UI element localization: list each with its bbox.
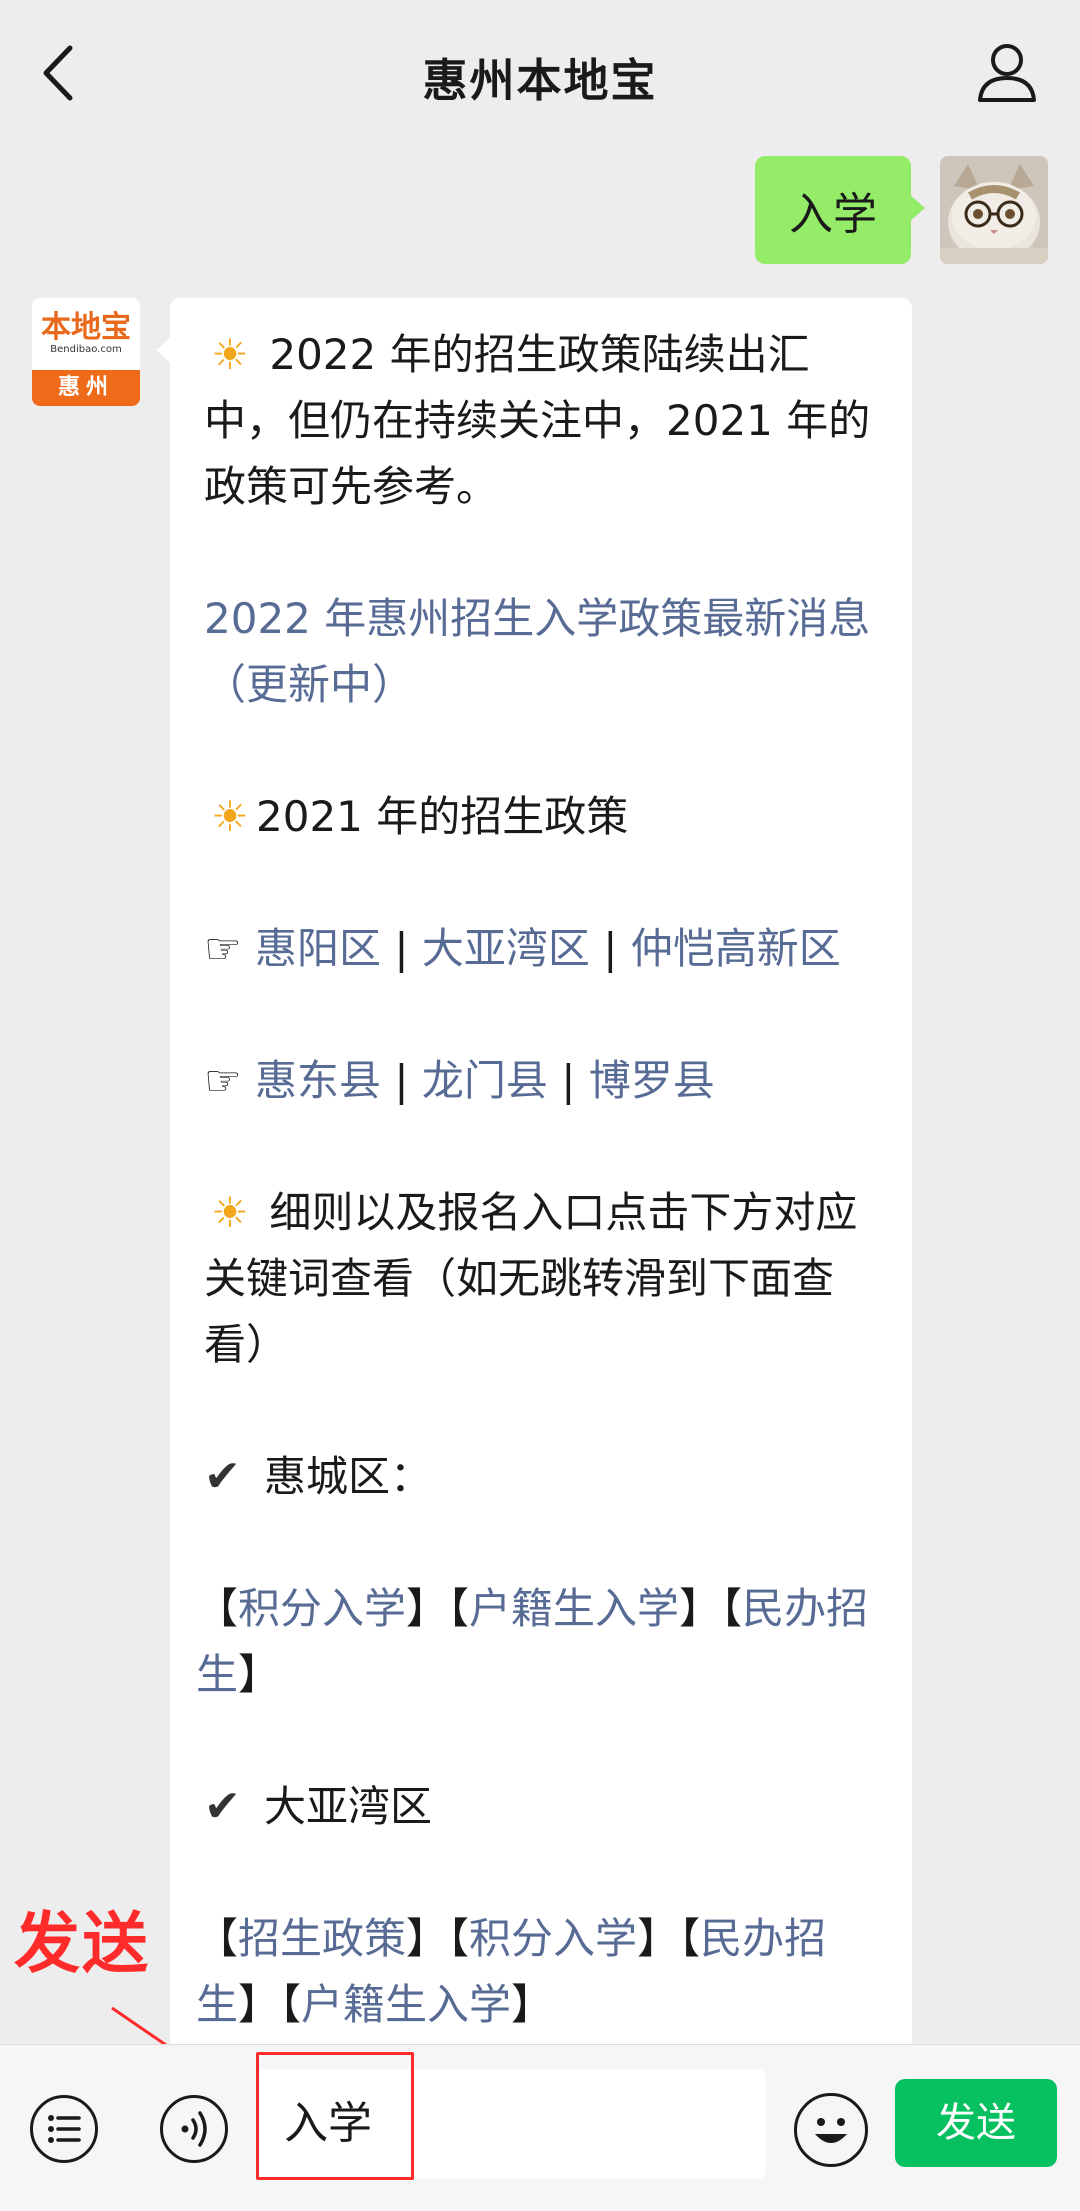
user-avatar[interactable]	[940, 156, 1048, 264]
link-zhongkai[interactable]: 仲恺高新区	[631, 924, 841, 973]
emoji-icon	[815, 2118, 847, 2143]
separator: |	[589, 924, 631, 973]
voice-button[interactable]	[160, 2095, 228, 2163]
link-dayawan[interactable]: 大亚湾区	[422, 924, 590, 973]
logo-text: 本地宝	[41, 310, 131, 345]
check-icon: ✔	[204, 1451, 241, 1502]
note-paragraph: ☀ 细则以及报名入口点击下方对应关键词查看（如无跳转滑到下面查看）	[204, 1180, 886, 1378]
dayawan-links: 【招生政策】【积分入学】【民办招生】【户籍生入学】	[196, 1914, 827, 2029]
user-message-bubble[interactable]: 入学	[755, 156, 925, 264]
annotation-send-label: 发送	[14, 1905, 150, 1982]
annotation-highlight-box	[256, 2052, 414, 2180]
district-row-1: ☞ 惠阳区 | 大亚湾区 | 仲恺高新区	[204, 916, 886, 982]
link-huji-ruxue[interactable]: 户籍生入学	[469, 1584, 679, 1633]
voice-icon	[181, 2111, 207, 2147]
link-huji-ruxue[interactable]: 户籍生入学	[301, 1980, 511, 2029]
heading-2021: ☀ 2021 年的招生政策	[204, 784, 886, 850]
separator: |	[381, 924, 422, 973]
link-huiyang[interactable]: 惠阳区	[255, 924, 381, 973]
chat-title: 惠州本地宝	[422, 54, 658, 107]
bendibao-logo: 本地宝 Bendibao.com	[32, 298, 140, 370]
separator: |	[381, 1056, 422, 1105]
heading-2021-text: 2021 年的招生政策	[256, 792, 629, 841]
send-button[interactable]: 发送	[895, 2079, 1057, 2167]
huicheng-label: 惠城区：	[264, 1452, 433, 1501]
intro-text: 2022 年的招生政策陆续出汇中，但仍在持续关注中，2021 年的政策可先参考。	[204, 330, 871, 511]
bendibao-avatar[interactable]: 本地宝 Bendibao.com 惠州	[32, 298, 140, 406]
cat-avatar-image	[940, 156, 1048, 264]
list-menu-icon	[48, 2115, 81, 2143]
bot-message-bubble: ☀ 2022 年的招生政策陆续出汇中，但仍在持续关注中，2021 年的政策可先参…	[156, 298, 912, 2058]
input-bar: 发送	[0, 2044, 1080, 2211]
pointing-hand-icon: ☞	[204, 924, 242, 973]
link-2022-policy[interactable]: 2022 年惠州招生入学政策最新消息（更新中）	[204, 586, 886, 718]
link-zhaosheng-zhengce[interactable]: 招生政策	[238, 1914, 406, 1963]
profile-icon[interactable]	[974, 40, 1040, 106]
chat-header: 惠州本地宝	[0, 0, 1080, 150]
note-text: 细则以及报名入口点击下方对应关键词查看（如无跳转滑到下面查看）	[204, 1188, 858, 1369]
check-icon: ✔	[204, 1781, 241, 1832]
logo-url: Bendibao.com	[50, 344, 122, 355]
separator: |	[547, 1056, 589, 1105]
dayawan-heading: ✔ 大亚湾区	[204, 1774, 886, 1840]
link-longmen[interactable]: 龙门县	[422, 1056, 548, 1105]
user-message-text: 入学	[789, 189, 877, 240]
logo-city: 惠州	[32, 370, 140, 406]
sun-icon: ☀	[211, 1188, 249, 1237]
intro-paragraph: ☀ 2022 年的招生政策陆续出汇中，但仍在持续关注中，2021 年的政策可先参…	[204, 322, 886, 520]
pointing-hand-icon: ☞	[204, 1056, 242, 1105]
huicheng-heading: ✔ 惠城区：	[204, 1444, 886, 1510]
menu-button[interactable]	[30, 2095, 98, 2163]
sun-icon: ☀	[211, 330, 249, 379]
district-row-2: ☞ 惠东县 | 龙门县 | 博罗县	[204, 1048, 886, 1114]
sun-icon: ☀	[211, 792, 249, 841]
huicheng-links: 【积分入学】【户籍生入学】【民办招生】	[196, 1584, 869, 1699]
link-jifen-ruxue[interactable]: 积分入学	[238, 1584, 406, 1633]
link-huidong[interactable]: 惠东县	[255, 1056, 381, 1105]
link-jifen-ruxue[interactable]: 积分入学	[469, 1914, 637, 1963]
dayawan-label: 大亚湾区	[264, 1782, 433, 1831]
emoji-button[interactable]	[794, 2093, 868, 2167]
link-boluo[interactable]: 博罗县	[589, 1056, 715, 1105]
